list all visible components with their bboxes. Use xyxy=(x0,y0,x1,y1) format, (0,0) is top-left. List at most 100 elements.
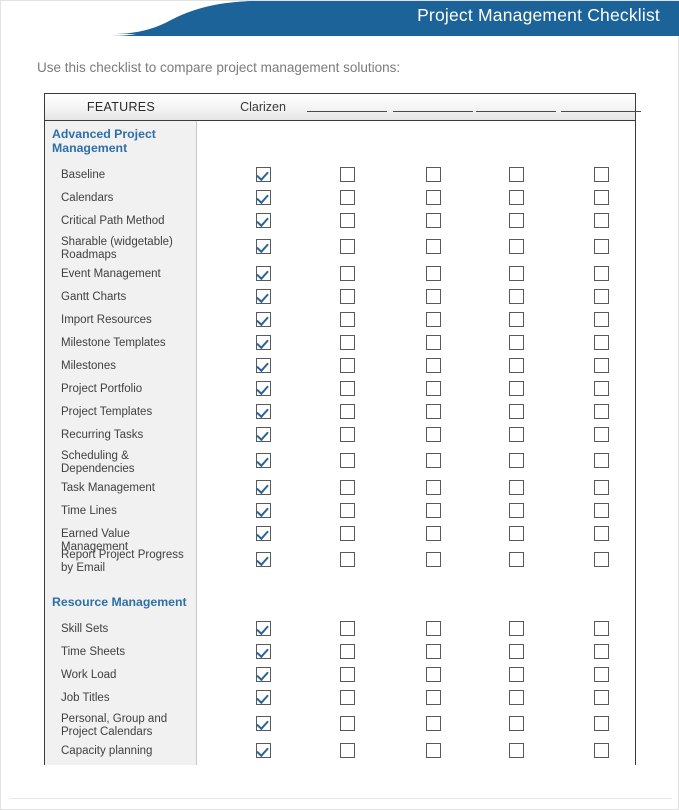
checkbox-unchecked[interactable] xyxy=(508,239,524,254)
checkbox-unchecked[interactable] xyxy=(508,167,524,182)
checkbox-unchecked[interactable] xyxy=(593,453,609,468)
checkbox-checked[interactable] xyxy=(255,427,271,442)
checkbox-unchecked[interactable] xyxy=(593,404,609,419)
checkbox-unchecked[interactable] xyxy=(593,503,609,518)
checkbox-unchecked[interactable] xyxy=(425,453,441,468)
checkbox-unchecked[interactable] xyxy=(508,381,524,396)
checkbox-unchecked[interactable] xyxy=(425,167,441,182)
checkbox-checked[interactable] xyxy=(255,381,271,396)
checkbox-unchecked[interactable] xyxy=(508,312,524,327)
checkbox-checked[interactable] xyxy=(255,743,271,758)
checkbox-unchecked[interactable] xyxy=(425,213,441,228)
column-header-blank-line-2[interactable] xyxy=(307,111,387,112)
checkbox-unchecked[interactable] xyxy=(339,213,355,228)
checkbox-unchecked[interactable] xyxy=(593,335,609,350)
checkbox-unchecked[interactable] xyxy=(593,644,609,659)
checkbox-checked[interactable] xyxy=(255,404,271,419)
checkbox-unchecked[interactable] xyxy=(425,503,441,518)
checkbox-checked[interactable] xyxy=(255,552,271,567)
checkbox-unchecked[interactable] xyxy=(425,480,441,495)
checkbox-unchecked[interactable] xyxy=(508,743,524,758)
checkbox-unchecked[interactable] xyxy=(425,190,441,205)
checkbox-unchecked[interactable] xyxy=(593,289,609,304)
checkbox-unchecked[interactable] xyxy=(339,644,355,659)
checkbox-unchecked[interactable] xyxy=(593,667,609,682)
checkbox-unchecked[interactable] xyxy=(508,503,524,518)
checkbox-unchecked[interactable] xyxy=(508,667,524,682)
checkbox-checked[interactable] xyxy=(255,358,271,373)
checkbox-unchecked[interactable] xyxy=(339,427,355,442)
checkbox-unchecked[interactable] xyxy=(425,526,441,541)
checkbox-unchecked[interactable] xyxy=(508,480,524,495)
checkbox-unchecked[interactable] xyxy=(339,404,355,419)
checkbox-unchecked[interactable] xyxy=(425,289,441,304)
checkbox-checked[interactable] xyxy=(255,239,271,254)
checkbox-unchecked[interactable] xyxy=(425,239,441,254)
column-header-blank-line-4[interactable] xyxy=(476,111,556,112)
checkbox-checked[interactable] xyxy=(255,621,271,636)
checkbox-unchecked[interactable] xyxy=(508,266,524,281)
checkbox-unchecked[interactable] xyxy=(593,312,609,327)
checkbox-checked[interactable] xyxy=(255,716,271,731)
checkbox-unchecked[interactable] xyxy=(593,381,609,396)
checkbox-unchecked[interactable] xyxy=(425,312,441,327)
checkbox-unchecked[interactable] xyxy=(508,289,524,304)
checkbox-unchecked[interactable] xyxy=(508,644,524,659)
checkbox-unchecked[interactable] xyxy=(339,480,355,495)
checkbox-unchecked[interactable] xyxy=(425,716,441,731)
checkbox-unchecked[interactable] xyxy=(508,716,524,731)
checkbox-checked[interactable] xyxy=(255,526,271,541)
checkbox-unchecked[interactable] xyxy=(593,213,609,228)
checkbox-unchecked[interactable] xyxy=(339,239,355,254)
checkbox-unchecked[interactable] xyxy=(339,503,355,518)
checkbox-unchecked[interactable] xyxy=(508,335,524,350)
checkbox-unchecked[interactable] xyxy=(593,716,609,731)
checkbox-checked[interactable] xyxy=(255,190,271,205)
checkbox-unchecked[interactable] xyxy=(425,621,441,636)
checkbox-unchecked[interactable] xyxy=(508,404,524,419)
checkbox-checked[interactable] xyxy=(255,266,271,281)
checkbox-unchecked[interactable] xyxy=(425,335,441,350)
checkbox-unchecked[interactable] xyxy=(593,552,609,567)
checkbox-checked[interactable] xyxy=(255,167,271,182)
checkbox-unchecked[interactable] xyxy=(593,621,609,636)
checkbox-unchecked[interactable] xyxy=(339,621,355,636)
checkbox-unchecked[interactable] xyxy=(339,190,355,205)
checkbox-unchecked[interactable] xyxy=(425,690,441,705)
checkbox-unchecked[interactable] xyxy=(508,427,524,442)
checkbox-unchecked[interactable] xyxy=(508,453,524,468)
checkbox-unchecked[interactable] xyxy=(425,644,441,659)
checkbox-unchecked[interactable] xyxy=(339,667,355,682)
checkbox-unchecked[interactable] xyxy=(339,289,355,304)
checkbox-unchecked[interactable] xyxy=(508,621,524,636)
checkbox-unchecked[interactable] xyxy=(593,480,609,495)
checkbox-checked[interactable] xyxy=(255,690,271,705)
checkbox-unchecked[interactable] xyxy=(339,526,355,541)
checkbox-checked[interactable] xyxy=(255,213,271,228)
checkbox-checked[interactable] xyxy=(255,667,271,682)
checkbox-unchecked[interactable] xyxy=(593,427,609,442)
checkbox-unchecked[interactable] xyxy=(425,667,441,682)
checkbox-unchecked[interactable] xyxy=(593,239,609,254)
checkbox-checked[interactable] xyxy=(255,289,271,304)
checkbox-unchecked[interactable] xyxy=(593,266,609,281)
checkbox-unchecked[interactable] xyxy=(339,743,355,758)
checkbox-unchecked[interactable] xyxy=(339,167,355,182)
checkbox-unchecked[interactable] xyxy=(425,404,441,419)
checkbox-unchecked[interactable] xyxy=(508,552,524,567)
checkbox-unchecked[interactable] xyxy=(593,743,609,758)
checkbox-unchecked[interactable] xyxy=(508,526,524,541)
checkbox-unchecked[interactable] xyxy=(339,312,355,327)
checkbox-unchecked[interactable] xyxy=(339,335,355,350)
checkbox-unchecked[interactable] xyxy=(593,190,609,205)
checkbox-unchecked[interactable] xyxy=(339,552,355,567)
checkbox-unchecked[interactable] xyxy=(339,690,355,705)
checkbox-checked[interactable] xyxy=(255,503,271,518)
checkbox-checked[interactable] xyxy=(255,335,271,350)
column-header-blank-line-5[interactable] xyxy=(561,111,641,112)
checkbox-unchecked[interactable] xyxy=(508,690,524,705)
checkbox-unchecked[interactable] xyxy=(425,381,441,396)
checkbox-unchecked[interactable] xyxy=(593,690,609,705)
checkbox-unchecked[interactable] xyxy=(425,427,441,442)
checkbox-checked[interactable] xyxy=(255,480,271,495)
